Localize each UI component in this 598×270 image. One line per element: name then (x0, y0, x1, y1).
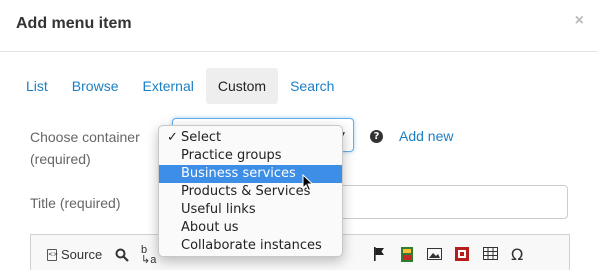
help-icon[interactable]: ? (370, 130, 383, 143)
spellcheck-icon[interactable]: b ↳a (141, 245, 156, 266)
tab-custom[interactable]: Custom (205, 68, 279, 104)
container-label-text: Choose container (30, 129, 140, 145)
source-icon: <> (47, 248, 58, 261)
checkmark-icon: ✓ (167, 130, 178, 145)
omega-icon[interactable]: Ω (511, 245, 523, 264)
dropdown-option-select[interactable]: ✓ Select (159, 129, 342, 147)
dropdown-option-practice-groups[interactable]: Practice groups (159, 147, 342, 165)
close-icon[interactable]: × (575, 12, 584, 30)
dropdown-option-about-us[interactable]: About us (159, 219, 342, 237)
image-icon[interactable] (427, 248, 442, 260)
image-green-icon[interactable] (401, 247, 413, 262)
add-new-link[interactable]: Add new (399, 128, 453, 144)
dropdown-option-useful-links[interactable]: Useful links (159, 201, 342, 219)
add-menu-item-modal: Add menu item × List Browse External Cus… (0, 0, 598, 270)
tab-browse[interactable]: Browse (60, 68, 131, 104)
search-icon[interactable] (115, 248, 129, 262)
flag-icon[interactable] (373, 247, 385, 261)
modal-title: Add menu item (16, 15, 132, 32)
container-label: Choose container (required) (30, 126, 140, 170)
dropdown-option-collaborate-instances[interactable]: Collaborate instances (159, 237, 342, 255)
source-label: Source (61, 247, 103, 262)
tab-external[interactable]: External (130, 68, 205, 104)
container-dropdown-menu: ✓ Select Practice groups Business servic… (158, 125, 343, 257)
container-required-text: (required) (30, 151, 91, 167)
tab-bar: List Browse External Custom Search (14, 68, 346, 104)
title-label: Title (required) (30, 195, 121, 211)
tab-list[interactable]: List (14, 68, 60, 104)
mouse-cursor-icon (302, 174, 314, 192)
media-icon[interactable] (455, 247, 469, 261)
tab-search[interactable]: Search (278, 68, 346, 104)
modal-header: Add menu item × (0, 0, 598, 52)
option-label: Select (181, 130, 222, 145)
table-icon[interactable] (483, 247, 498, 260)
dropdown-option-products-services[interactable]: Products & Services (159, 183, 342, 201)
dropdown-option-business-services[interactable]: Business services (159, 165, 342, 183)
source-button[interactable]: <> Source (47, 247, 102, 262)
